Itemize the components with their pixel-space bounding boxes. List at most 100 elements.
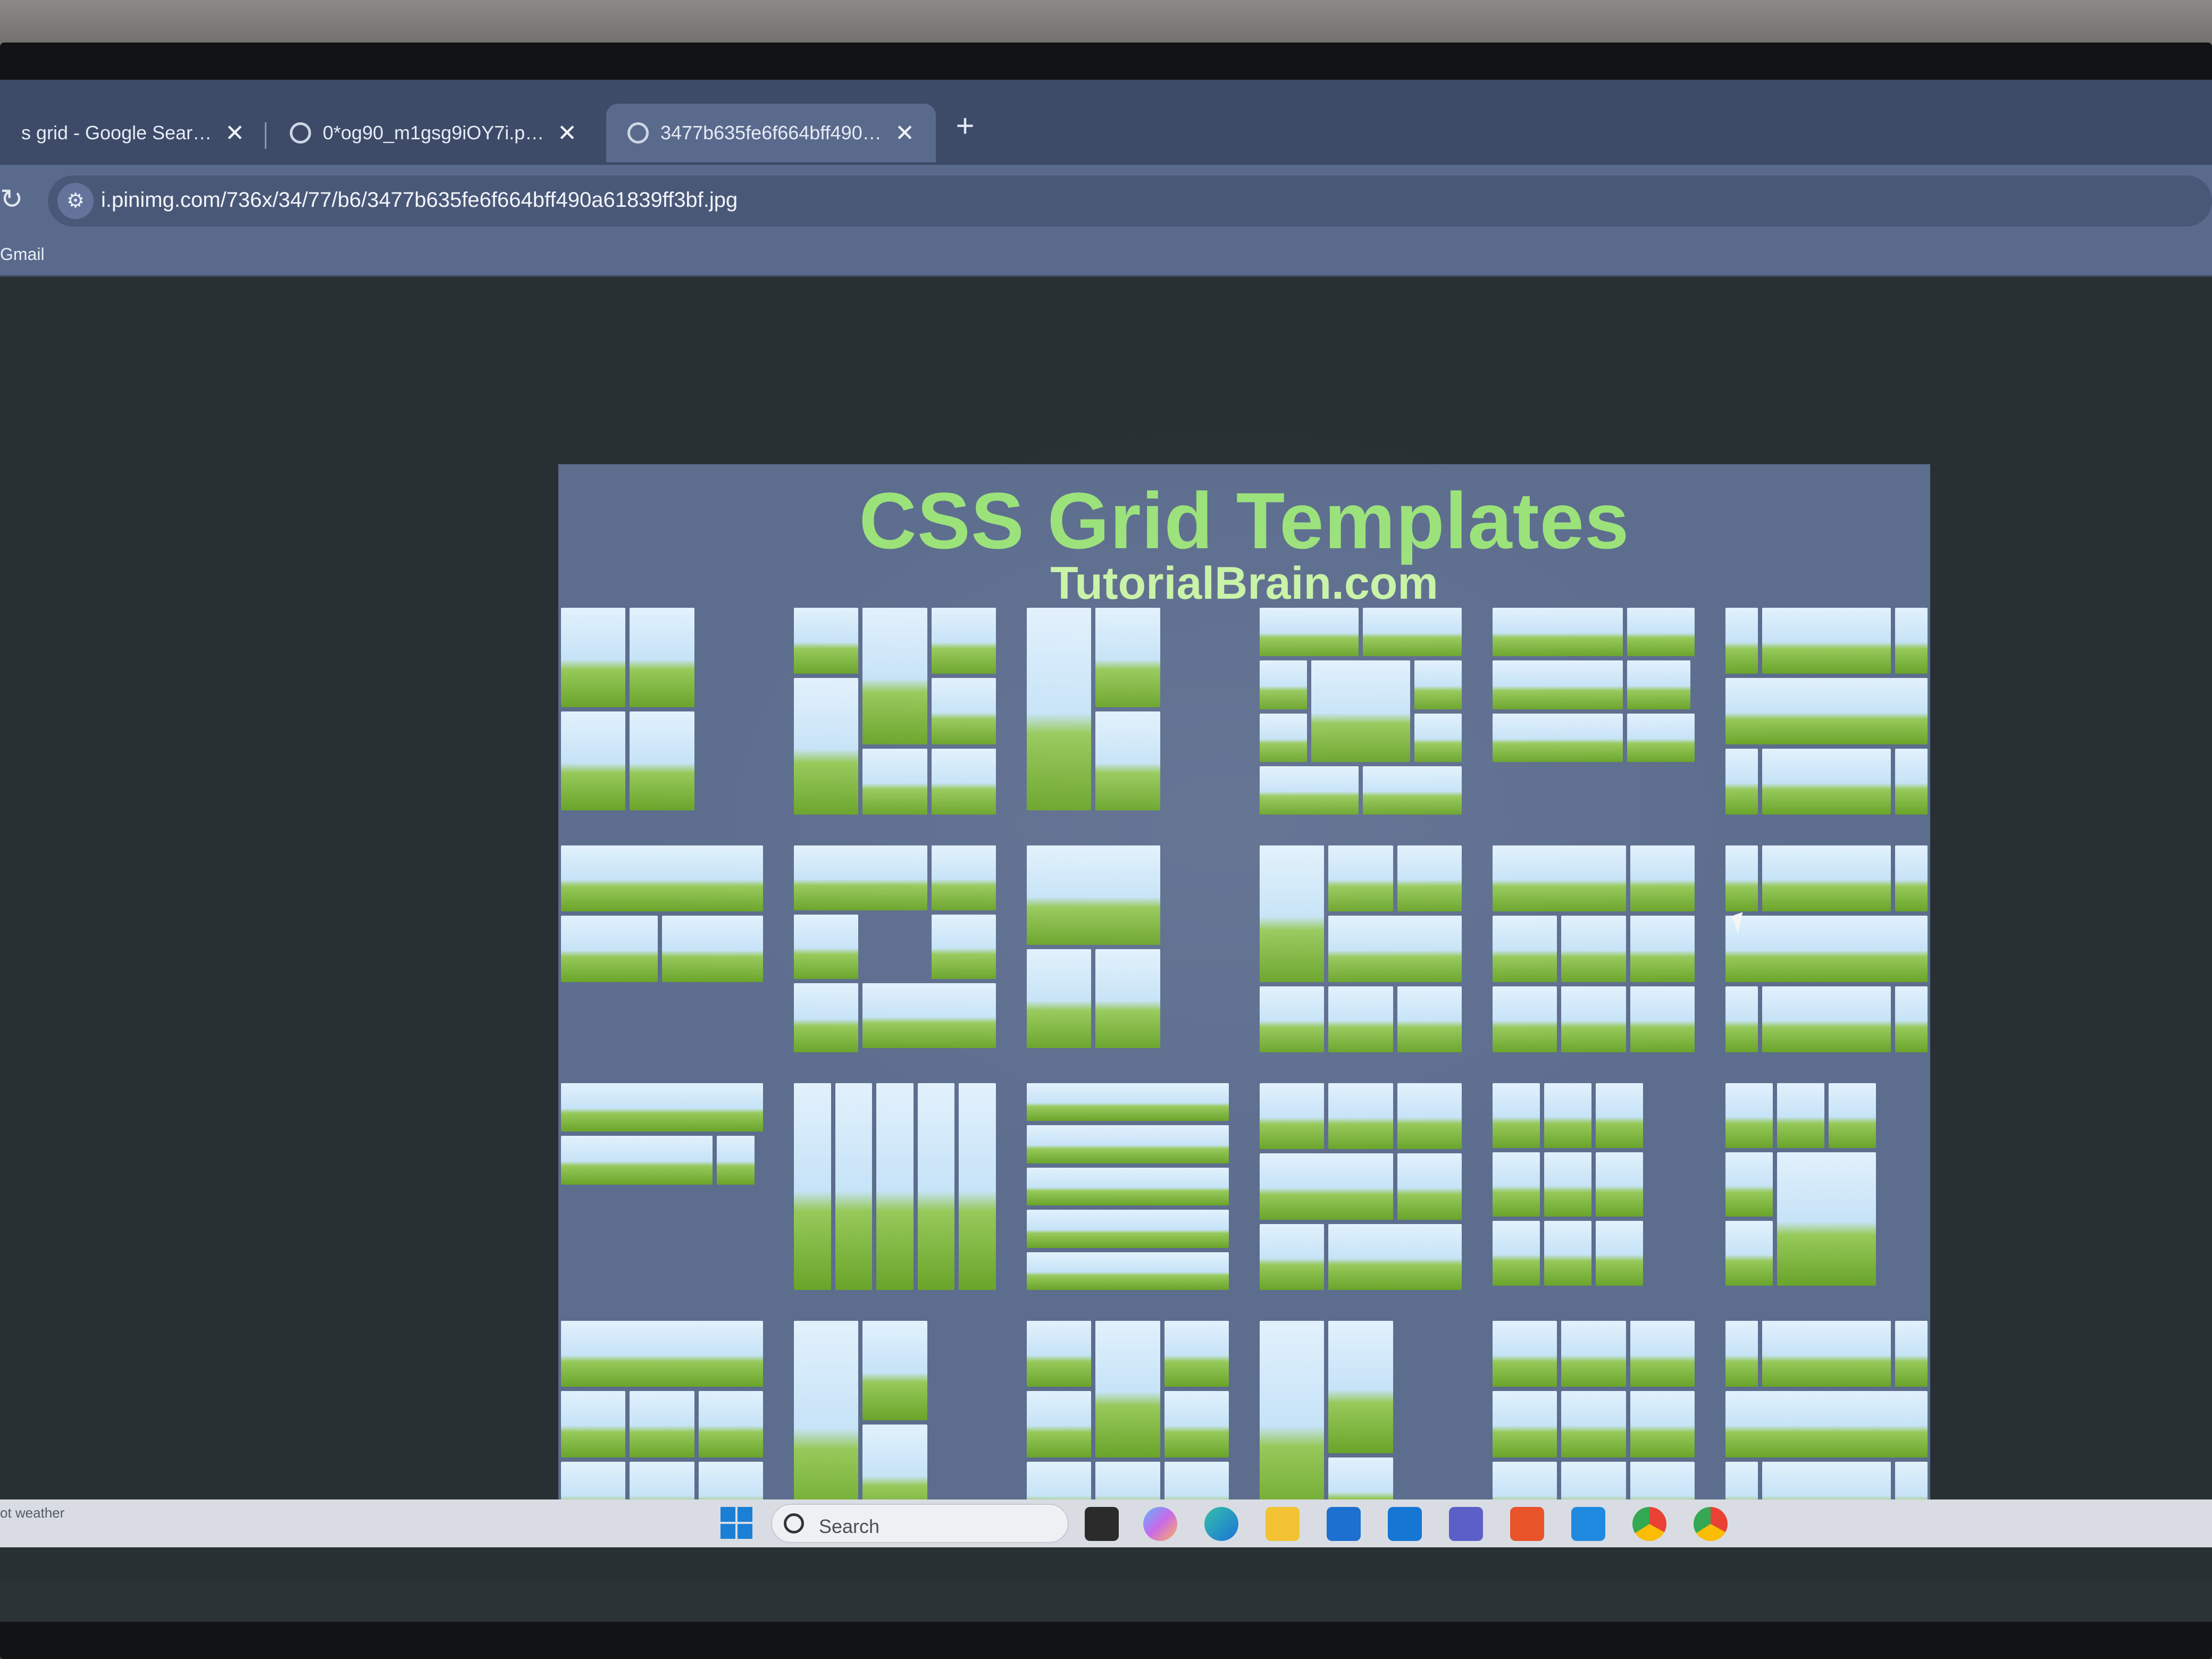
landscape-cell bbox=[1328, 1083, 1393, 1150]
grid-template-thumbnail bbox=[561, 845, 763, 1052]
copilot-icon[interactable] bbox=[1143, 1507, 1177, 1541]
landscape-cell bbox=[794, 1083, 831, 1290]
tab-label: s grid - Google Search bbox=[21, 122, 213, 144]
landscape-cell bbox=[1627, 608, 1695, 657]
teams-icon[interactable] bbox=[1449, 1507, 1483, 1541]
url-text[interactable]: i.pinimg.com/736x/34/77/b6/3477b635fe6f6… bbox=[101, 188, 738, 212]
close-icon[interactable]: ✕ bbox=[557, 120, 577, 147]
landscape-cell bbox=[1095, 949, 1160, 1048]
landscape-cell bbox=[561, 1083, 763, 1132]
weather-widget[interactable]: ot weather bbox=[0, 1505, 64, 1521]
close-icon[interactable]: ✕ bbox=[225, 120, 245, 147]
landscape-cell bbox=[1027, 949, 1092, 1048]
landscape-cell bbox=[1027, 1167, 1229, 1206]
taskbar: ot weather Search bbox=[0, 1499, 2212, 1547]
landscape-cell bbox=[1027, 845, 1160, 945]
landscape-cell bbox=[1397, 845, 1462, 912]
landscape-cell bbox=[561, 1391, 626, 1457]
landscape-cell bbox=[1725, 845, 1758, 912]
close-icon[interactable]: ✕ bbox=[895, 120, 915, 147]
landscape-cell bbox=[1260, 608, 1359, 657]
start-pane bbox=[720, 1507, 735, 1522]
landscape-cell bbox=[1725, 1152, 1773, 1217]
grid-template-thumbnail bbox=[561, 1321, 763, 1528]
landscape-cell bbox=[1260, 660, 1307, 709]
site-info-icon[interactable]: ⚙ bbox=[57, 183, 94, 219]
landscape-cell bbox=[1596, 1083, 1643, 1148]
landscape-cell bbox=[931, 748, 996, 815]
landscape-cell bbox=[1725, 1083, 1773, 1148]
grid-template-thumbnail bbox=[1725, 1321, 1928, 1528]
grid-template-thumbnail bbox=[561, 1083, 763, 1290]
landscape-cell bbox=[1493, 713, 1623, 762]
landscape-cell bbox=[1596, 1152, 1643, 1217]
landscape-cell bbox=[1260, 1153, 1393, 1220]
landscape-cell bbox=[1328, 845, 1393, 912]
landscape-cell bbox=[1725, 1321, 1758, 1387]
landscape-cell bbox=[1027, 1252, 1229, 1290]
bookmark-gmail[interactable]: Gmail bbox=[0, 245, 45, 264]
landscape-cell bbox=[794, 845, 927, 910]
landscape-cell bbox=[1260, 986, 1325, 1052]
vscode-icon[interactable] bbox=[1571, 1507, 1605, 1541]
landscape-cell bbox=[917, 1083, 955, 1290]
tab-png-image[interactable]: 0*og90_m1gsg9iOY7i.png (180 ✕ bbox=[269, 104, 598, 162]
search-icon bbox=[784, 1513, 804, 1534]
task-view-icon[interactable] bbox=[1085, 1507, 1119, 1541]
landscape-cell bbox=[1544, 1221, 1591, 1286]
landscape-cell bbox=[1493, 660, 1623, 709]
edge-icon[interactable] bbox=[1204, 1507, 1238, 1541]
address-bar[interactable]: ⚙ i.pinimg.com/736x/34/77/b6/3477b635fe6… bbox=[48, 175, 2212, 227]
reload-icon[interactable]: ↻ bbox=[0, 181, 27, 218]
tab-jpg-image[interactable]: 3477b635fe6f664bff490a61839 ✕ bbox=[606, 104, 936, 162]
landscape-cell bbox=[1027, 1083, 1229, 1121]
outlook-icon[interactable] bbox=[1388, 1507, 1422, 1541]
landscape-cell bbox=[862, 1321, 927, 1420]
start-pane bbox=[720, 1524, 735, 1539]
tab-google-search[interactable]: s grid - Google Search ✕ bbox=[0, 104, 266, 162]
new-tab-button[interactable]: + bbox=[946, 107, 984, 145]
landscape-cell bbox=[931, 678, 996, 744]
taskbar-search[interactable]: Search bbox=[771, 1504, 1069, 1543]
landscape-cell bbox=[1397, 986, 1462, 1052]
landscape-cell bbox=[1561, 986, 1626, 1052]
landscape-cell bbox=[1561, 1391, 1626, 1457]
start-pane bbox=[738, 1524, 752, 1539]
page-content: CSS Grid Templates TutorialBrain.com bbox=[0, 278, 2212, 1581]
grid-template-thumbnail bbox=[1260, 1321, 1462, 1528]
globe-icon bbox=[627, 122, 649, 144]
windows-start-icon[interactable] bbox=[720, 1507, 752, 1539]
landscape-cell bbox=[862, 748, 927, 815]
landscape-cell bbox=[1493, 1391, 1557, 1457]
chrome-profile-icon[interactable] bbox=[1694, 1507, 1728, 1541]
landscape-cell bbox=[794, 983, 859, 1052]
tab-separator bbox=[265, 122, 266, 149]
landscape-cell bbox=[1328, 1321, 1393, 1453]
landscape-cell bbox=[794, 678, 859, 815]
landscape-cell bbox=[959, 1083, 996, 1290]
landscape-cell bbox=[1895, 1321, 1928, 1387]
brave-icon[interactable] bbox=[1510, 1507, 1544, 1541]
grid-template-thumbnail bbox=[1493, 1083, 1695, 1290]
landscape-cell bbox=[561, 711, 626, 810]
grid-template-thumbnail bbox=[794, 845, 996, 1052]
landscape-cell bbox=[862, 608, 927, 744]
landscape-cell bbox=[561, 916, 658, 982]
landscape-cell bbox=[1627, 660, 1690, 709]
file-explorer-icon[interactable] bbox=[1266, 1507, 1300, 1541]
chrome-icon[interactable] bbox=[1632, 1507, 1666, 1541]
store-icon[interactable] bbox=[1327, 1507, 1361, 1541]
image-subtitle: TutorialBrain.com bbox=[1050, 558, 1438, 609]
landscape-cell bbox=[1596, 1221, 1643, 1286]
landscape-cell bbox=[1414, 660, 1462, 709]
landscape-cell bbox=[1493, 916, 1557, 982]
landscape-cell bbox=[1493, 608, 1623, 657]
grid-template-thumbnail bbox=[561, 608, 763, 815]
landscape-cell bbox=[1027, 1321, 1092, 1387]
landscape-cell bbox=[1829, 1083, 1876, 1148]
landscape-cell bbox=[561, 608, 626, 707]
landscape-cell bbox=[1027, 608, 1092, 810]
landscape-cell bbox=[1260, 713, 1307, 762]
search-placeholder: Search bbox=[819, 1515, 880, 1537]
landscape-cell bbox=[1493, 1083, 1540, 1148]
